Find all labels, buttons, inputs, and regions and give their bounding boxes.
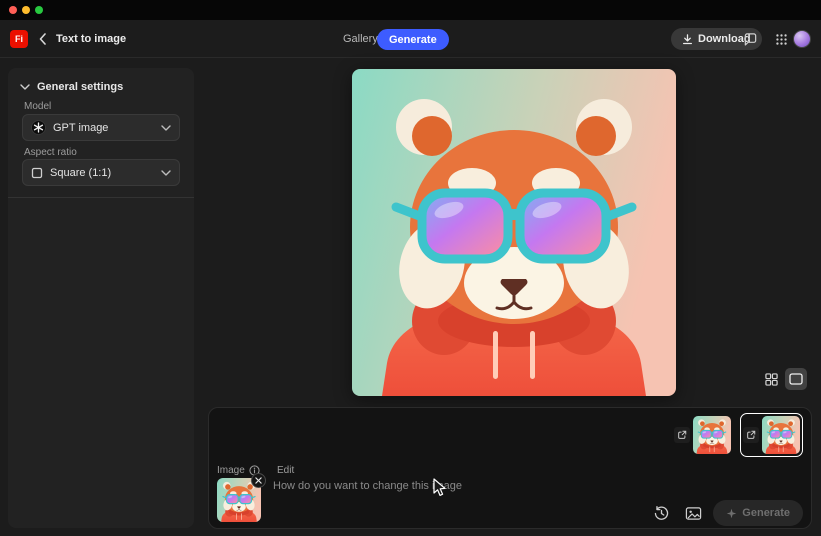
minimize-window-button[interactable] — [22, 6, 30, 14]
prompt-panel: Image Edit — [208, 407, 812, 529]
aspect-ratio-dropdown[interactable]: Square (1:1) — [22, 159, 180, 186]
generate-button-bottom[interactable]: Generate — [713, 500, 803, 526]
open-in-new-button[interactable] — [743, 427, 759, 443]
apps-menu-button[interactable] — [773, 31, 790, 48]
thumbnail-image — [693, 416, 731, 454]
generate-button-top[interactable]: Generate — [377, 29, 449, 50]
open-in-new-icon — [746, 430, 756, 440]
chevron-down-icon — [161, 125, 171, 131]
edit-label-text: Edit — [277, 465, 294, 476]
chevron-down-icon — [161, 170, 171, 176]
window-titlebar — [0, 0, 821, 20]
zoom-window-button[interactable] — [35, 6, 43, 14]
generated-image-red-panda — [352, 69, 676, 396]
remove-reference-image-button[interactable] — [251, 473, 266, 488]
apps-grid-icon — [775, 33, 788, 46]
gallery-link[interactable]: Gallery — [343, 33, 378, 45]
model-dropdown[interactable]: GPT image — [22, 114, 180, 141]
grid-view-button[interactable] — [760, 368, 782, 390]
grid-view-icon — [765, 373, 778, 386]
user-avatar[interactable] — [793, 30, 811, 48]
open-in-new-icon — [677, 430, 687, 440]
aspect-ratio-value: Square (1:1) — [50, 167, 154, 179]
gpt-image-model-icon — [31, 120, 46, 135]
model-value: GPT image — [53, 122, 154, 134]
model-label: Model — [24, 101, 51, 112]
edit-section-label: Edit — [277, 465, 294, 476]
view-mode-toggles — [760, 368, 807, 390]
comments-button[interactable] — [742, 31, 759, 48]
generation-thumbnail-1[interactable] — [671, 413, 734, 457]
thumbnail-image — [762, 416, 800, 454]
firefly-logo[interactable]: Fi — [10, 30, 28, 48]
app-header: Fi Text to image Gallery Generate Downlo… — [0, 20, 821, 58]
page-title: Text to image — [56, 33, 126, 45]
general-settings-section-toggle[interactable]: General settings — [20, 81, 123, 93]
generation-thumbnails — [671, 413, 803, 457]
close-icon — [255, 477, 262, 484]
back-icon — [39, 33, 47, 45]
single-view-button[interactable] — [785, 368, 807, 390]
history-button[interactable] — [649, 501, 673, 525]
image-label-text: Image — [217, 465, 245, 476]
aspect-ratio-label: Aspect ratio — [24, 147, 77, 158]
settings-sidebar: General settings Model GPT image Aspect … — [8, 68, 194, 528]
download-icon — [682, 34, 693, 45]
prompt-input[interactable] — [273, 480, 663, 522]
comment-icon — [743, 32, 758, 47]
reference-image-thumbnail[interactable] — [217, 478, 261, 522]
reference-image-icon — [685, 505, 702, 522]
history-icon — [653, 505, 670, 522]
single-view-icon — [789, 373, 803, 385]
close-window-button[interactable] — [9, 6, 17, 14]
reference-image-button[interactable] — [681, 501, 705, 525]
prompt-controls: Generate — [649, 500, 803, 526]
firefly-app-window: Fi Text to image Gallery Generate Downlo… — [0, 0, 821, 536]
open-in-new-button[interactable] — [674, 427, 690, 443]
generation-thumbnail-2-selected[interactable] — [740, 413, 803, 457]
chevron-down-icon — [20, 84, 30, 90]
sparkle-icon — [726, 508, 737, 519]
sidebar-divider — [8, 197, 194, 198]
square-aspect-icon — [31, 167, 43, 179]
general-settings-title: General settings — [37, 81, 123, 93]
generate-bottom-label: Generate — [742, 507, 790, 519]
back-button[interactable] — [35, 31, 51, 47]
